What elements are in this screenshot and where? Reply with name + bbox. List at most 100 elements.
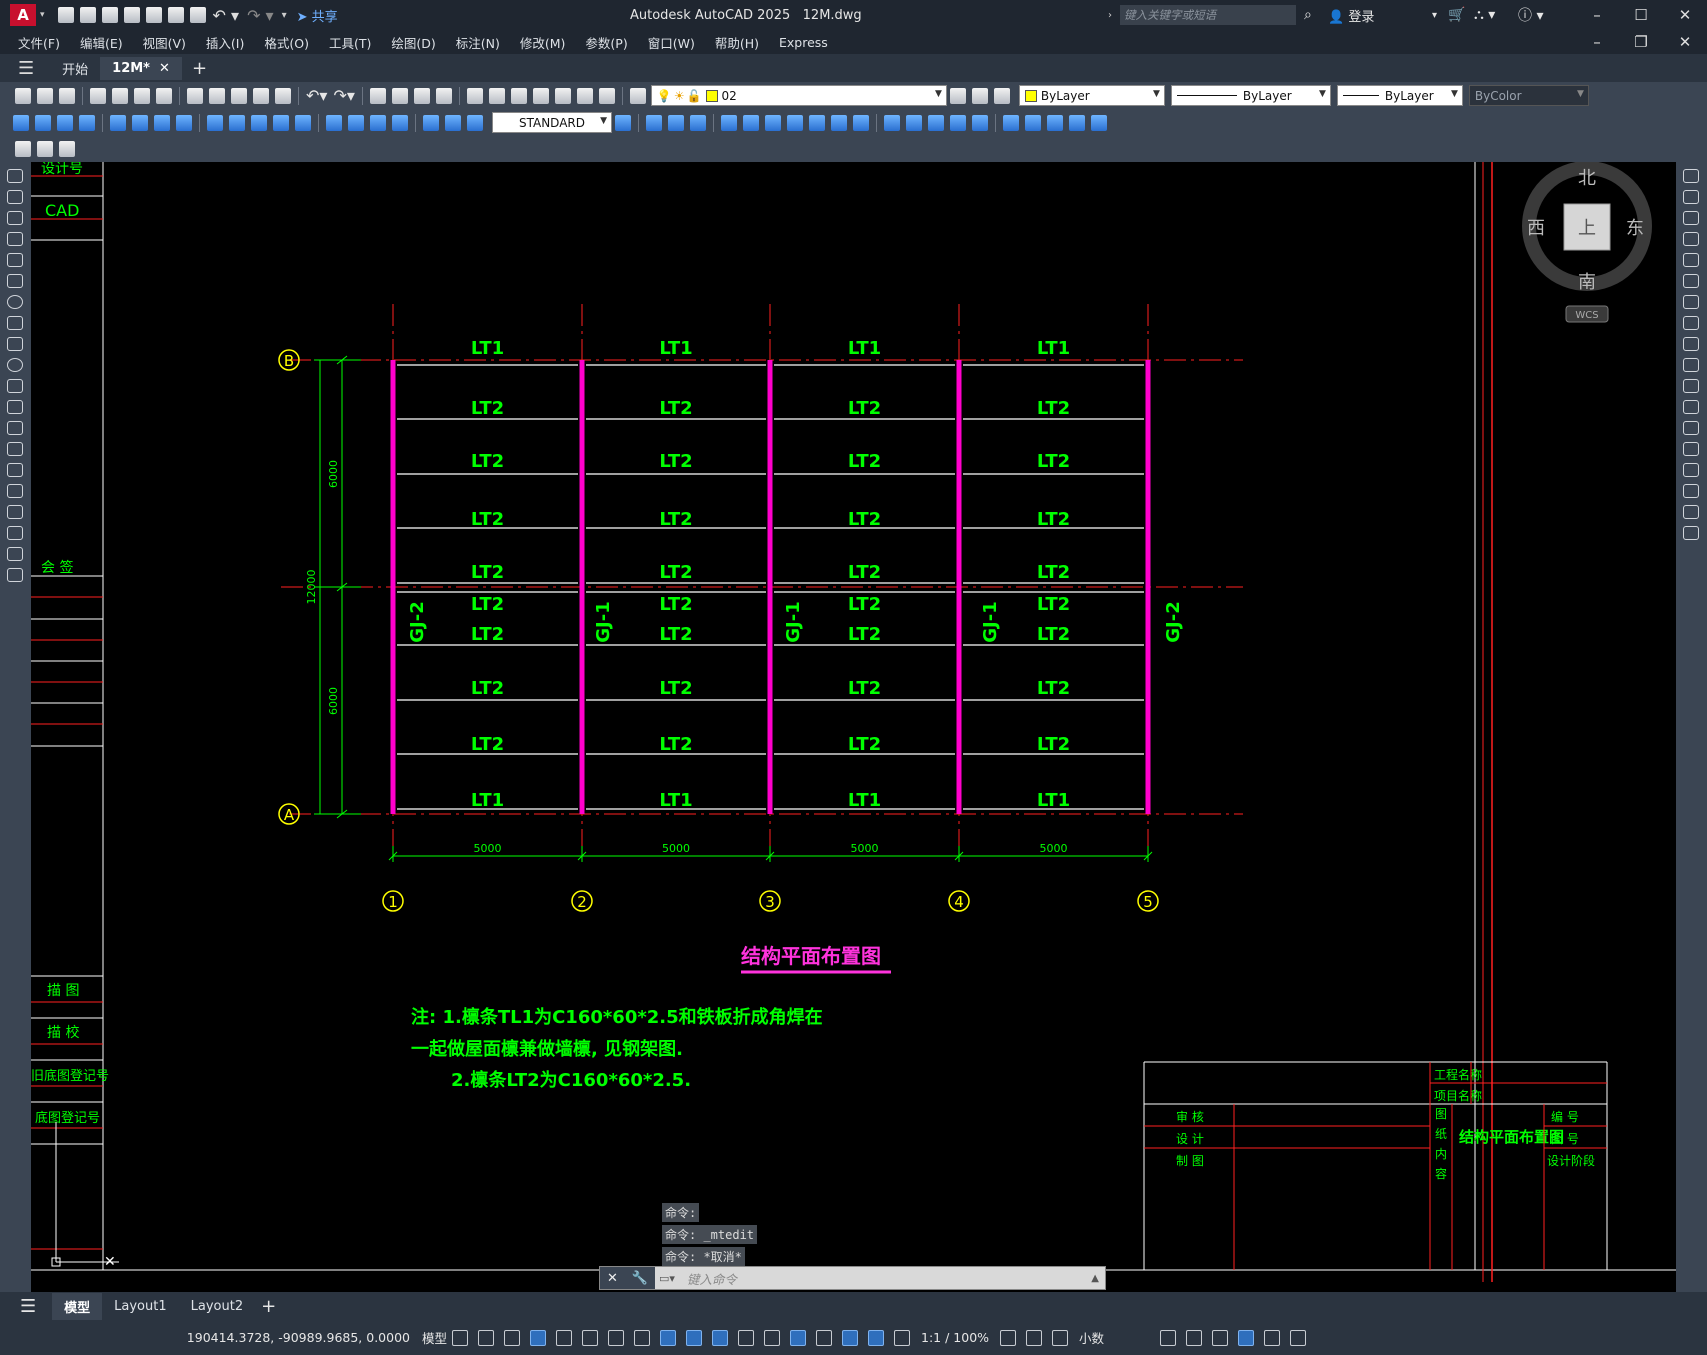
menu-file[interactable]: 文件(F): [8, 33, 70, 52]
scale-icon[interactable]: [1683, 316, 1699, 330]
graphics-performance-icon[interactable]: [1238, 1329, 1255, 1346]
dimstyle-dropdown[interactable]: STANDARD ▼: [492, 112, 612, 133]
spline-icon[interactable]: [7, 337, 23, 351]
copy-icon[interactable]: [1683, 190, 1699, 204]
menu-tools[interactable]: 工具(T): [319, 33, 381, 52]
sheet-set-icon[interactable]: [532, 87, 549, 104]
recent-commands-icon[interactable]: ▭▾: [659, 1272, 675, 1285]
menu-dimension[interactable]: 标注(N): [446, 33, 510, 52]
customization-icon[interactable]: [1290, 1329, 1307, 1346]
plot-preview-icon[interactable]: [112, 87, 128, 104]
mtext-icon[interactable]: [7, 547, 23, 561]
menu-insert[interactable]: 插入(I): [196, 33, 254, 52]
fillet-icon[interactable]: [1683, 484, 1699, 498]
copy-icon[interactable]: [209, 87, 225, 104]
ordinate-dim-icon[interactable]: [79, 114, 95, 131]
arc-length-icon[interactable]: [57, 114, 73, 131]
publish-icon[interactable]: [134, 87, 150, 104]
snap-icon[interactable]: [478, 1329, 495, 1346]
plot-icon[interactable]: [189, 7, 206, 23]
units-dropdown[interactable]: 小数: [1079, 1328, 1149, 1347]
ungroup-icon[interactable]: [1069, 114, 1085, 131]
close-button[interactable]: ✕: [1663, 6, 1707, 24]
open-icon[interactable]: [37, 87, 53, 104]
revcloud-icon[interactable]: [7, 316, 23, 330]
design-center-icon[interactable]: [488, 87, 505, 104]
color-dropdown[interactable]: ByLayer ▼: [1018, 85, 1165, 106]
pan-icon[interactable]: [369, 87, 386, 104]
hatch-icon[interactable]: [7, 463, 23, 477]
tab-layout2[interactable]: Layout2: [179, 1295, 255, 1318]
cart-icon[interactable]: 🛒: [1448, 7, 1465, 23]
doc-minimize-button[interactable]: –: [1575, 33, 1619, 51]
quick-dim-icon[interactable]: [207, 114, 223, 131]
object-snap-tracking-icon[interactable]: [634, 1329, 651, 1346]
new-icon[interactable]: [57, 7, 74, 23]
hamburger-icon[interactable]: ☰: [20, 1296, 36, 1317]
properties-icon[interactable]: [466, 87, 483, 104]
menu-express[interactable]: Express: [769, 35, 838, 50]
check-standards-icon[interactable]: [37, 141, 53, 157]
break-icon[interactable]: [1683, 421, 1699, 435]
scale-icon[interactable]: [809, 114, 825, 131]
continue-dim-icon[interactable]: [251, 114, 267, 131]
search-expand-icon[interactable]: ›: [1108, 10, 1112, 21]
selection-cycling-icon[interactable]: [738, 1329, 755, 1346]
web-mobile-icon[interactable]: [145, 7, 162, 23]
redo-icon[interactable]: ↷▾: [333, 86, 354, 105]
annotation-scale[interactable]: 1:1 / 100%: [921, 1330, 989, 1345]
array-icon[interactable]: [1683, 253, 1699, 267]
grid-icon[interactable]: [452, 1329, 469, 1346]
diameter-dim-icon[interactable]: [154, 114, 170, 131]
menu-view[interactable]: 视图(V): [133, 33, 196, 52]
share-button[interactable]: ➤ 共享: [297, 6, 338, 25]
ellipse-icon[interactable]: [7, 358, 23, 372]
trim-icon[interactable]: [1683, 358, 1699, 372]
table-icon[interactable]: [7, 526, 23, 540]
angular-dim-icon[interactable]: [176, 114, 192, 131]
tool-palettes-icon[interactable]: [510, 87, 527, 104]
array-icon[interactable]: [743, 114, 759, 131]
menu-modify[interactable]: 修改(M): [510, 33, 576, 52]
app-logo[interactable]: A: [10, 4, 36, 26]
selection-filter-icon[interactable]: [816, 1329, 833, 1346]
circle-icon[interactable]: [7, 295, 23, 309]
viewcube[interactable]: 上 北 南 东 西 WCS: [1522, 162, 1652, 323]
stretch-icon[interactable]: [1683, 337, 1699, 351]
region-icon[interactable]: [7, 505, 23, 519]
markup-icon[interactable]: [554, 87, 571, 104]
layer-states-icon[interactable]: [993, 87, 1010, 104]
measure-icon[interactable]: [1091, 114, 1107, 131]
stretch-icon[interactable]: [831, 114, 847, 131]
ellipse-arc-icon[interactable]: [7, 379, 23, 393]
layer-translate-icon[interactable]: [59, 141, 75, 157]
redo-icon[interactable]: ↷ ▾: [247, 6, 274, 25]
dim-space-icon[interactable]: [273, 114, 289, 131]
user-login[interactable]: 👤 登录: [1328, 6, 1374, 25]
drawing-canvas[interactable]: 设计号 CAD 会 签 描 图 描 校 旧底图登记号 底图登记号 LT1 LT1…: [31, 162, 1676, 1292]
viewcube-north[interactable]: 北: [1578, 168, 1596, 189]
menu-help[interactable]: 帮助(H): [705, 33, 769, 52]
viewcube-west[interactable]: 西: [1527, 218, 1545, 239]
polar-icon[interactable]: [582, 1329, 599, 1346]
lock-ui-icon[interactable]: [1186, 1329, 1203, 1346]
dimtedit-icon[interactable]: [445, 114, 461, 131]
extend-icon[interactable]: [884, 114, 900, 131]
line-icon[interactable]: [7, 169, 23, 183]
viewcube-south[interactable]: 南: [1578, 272, 1596, 293]
infer-constraints-icon[interactable]: [504, 1329, 521, 1346]
offset-icon[interactable]: [721, 114, 737, 131]
gizmo-icon[interactable]: [842, 1329, 859, 1346]
draworder-icon[interactable]: [1025, 114, 1041, 131]
lineweight-dropdown[interactable]: ByLayer ▼: [1336, 85, 1463, 106]
doc-restore-button[interactable]: ❐: [1619, 33, 1663, 51]
command-input[interactable]: 键入命令: [679, 1269, 1091, 1288]
undo-icon[interactable]: ↶ ▾: [213, 6, 240, 25]
blend-curves-icon[interactable]: [1683, 505, 1699, 519]
mirror-icon[interactable]: [690, 114, 706, 131]
new-layout-button[interactable]: +: [261, 1296, 276, 1317]
export-icon[interactable]: [167, 7, 184, 23]
inspection-icon[interactable]: [370, 114, 386, 131]
copy-obj-icon[interactable]: [668, 114, 684, 131]
auto-scale-icon[interactable]: [894, 1329, 911, 1346]
